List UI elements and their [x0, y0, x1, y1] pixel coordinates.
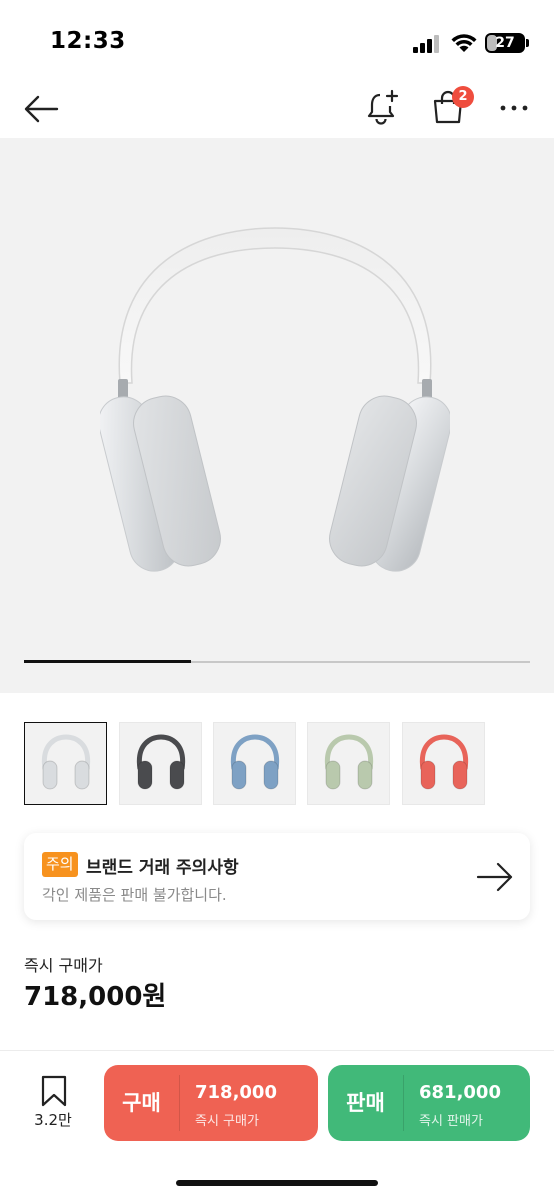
battery-icon: 27	[485, 33, 525, 53]
caution-badge: 주의	[42, 852, 78, 877]
wifi-icon	[450, 31, 478, 53]
product-image	[100, 227, 450, 572]
carousel-progress-bar	[24, 660, 530, 663]
bookmark-button[interactable]: 3.2만	[28, 1075, 78, 1135]
sell-price-caption: 즉시 판매가	[419, 1114, 483, 1129]
instant-buy-price: 718,000원	[24, 982, 167, 1012]
instant-buy-price-label: 즉시 구매가	[24, 956, 103, 975]
cellular-signal-icon	[413, 35, 440, 53]
color-thumbnails	[24, 722, 530, 805]
headphones-thumbnail-icon	[324, 734, 374, 790]
bookmark-count: 3.2만	[34, 1111, 72, 1129]
brand-trade-notice[interactable]: 주의 브랜드 거래 주의사항 각인 제품은 판매 불가합니다.	[24, 833, 530, 920]
headphones-thumbnail-icon	[41, 734, 91, 790]
arrow-right-icon	[476, 861, 514, 893]
buy-label: 구매	[122, 1091, 161, 1115]
product-image-carousel[interactable]	[0, 138, 554, 693]
thumbnail-sky-blue[interactable]	[213, 722, 296, 805]
thumbnail-silver[interactable]	[24, 722, 107, 805]
home-indicator	[176, 1180, 378, 1186]
bookmark-icon	[41, 1075, 67, 1107]
buy-button[interactable]: 구매 718,000 즉시 구매가	[104, 1065, 318, 1141]
cart-count-badge: 2	[452, 86, 474, 108]
more-options-icon[interactable]	[495, 90, 533, 126]
sell-label: 판매	[346, 1091, 385, 1115]
bottom-action-bar: 3.2만 구매 718,000 즉시 구매가 판매 681,000 즉시 판매가	[0, 1050, 554, 1200]
headphones-thumbnail-icon	[230, 734, 280, 790]
headphones-thumbnail-icon	[419, 734, 469, 790]
buy-price: 718,000	[195, 1082, 277, 1103]
notice-title: 브랜드 거래 주의사항	[86, 858, 239, 878]
battery-level: 27	[495, 35, 515, 51]
headphones-thumbnail-icon	[136, 734, 186, 790]
sell-price: 681,000	[419, 1082, 501, 1103]
status-time: 12:33	[50, 28, 126, 54]
back-arrow-icon[interactable]	[20, 88, 62, 130]
sell-button[interactable]: 판매 681,000 즉시 판매가	[328, 1065, 530, 1141]
thumbnail-green[interactable]	[307, 722, 390, 805]
notification-bell-add-icon[interactable]	[362, 86, 404, 128]
notice-description: 각인 제품은 판매 불가합니다.	[42, 886, 227, 904]
thumbnail-pink[interactable]	[402, 722, 485, 805]
thumbnail-space-gray[interactable]	[119, 722, 202, 805]
buy-price-caption: 즉시 구매가	[195, 1114, 259, 1129]
status-bar: 12:33 27	[0, 0, 554, 80]
